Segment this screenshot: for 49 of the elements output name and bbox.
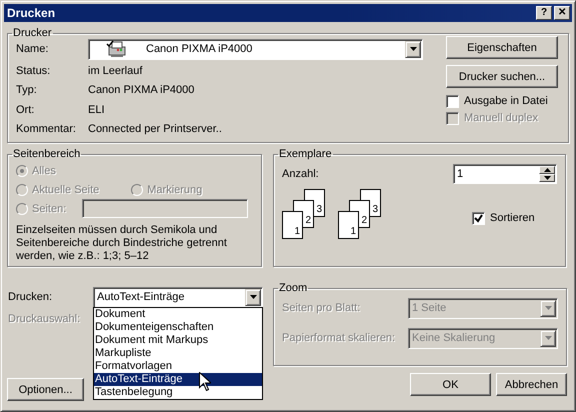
field-value: Connected per Printserver.. — [88, 122, 222, 134]
field-value: im Leerlauf — [88, 64, 142, 76]
checkbox-label: Ausgabe in Datei — [446, 94, 548, 108]
spin-up-icon[interactable] — [539, 166, 555, 174]
collate-pages-drawing: 3 2 1 — [338, 189, 381, 239]
field-label: Seiten pro Blatt: — [282, 302, 360, 314]
dropdown-option[interactable]: Markupliste — [94, 346, 262, 360]
field-label: Status: — [16, 64, 52, 76]
checkbox-label: Manuell duplex — [446, 111, 548, 125]
field-label: Kommentar: — [16, 122, 77, 134]
dropdown-option[interactable]: Dokument — [94, 308, 262, 320]
dropdown-option[interactable]: Dokument mit Markups — [94, 334, 262, 346]
printer-icon — [106, 40, 128, 58]
printer-dropdown[interactable]: Canon PIXMA iP4000 — [88, 38, 423, 60]
options-button[interactable]: Optionen... — [7, 378, 84, 401]
group-title: Seitenbereich — [12, 148, 82, 160]
close-button[interactable]: ✕ — [554, 6, 570, 20]
properties-button[interactable]: Eigenschaften — [446, 36, 558, 59]
dropdown-option[interactable]: Tastenbelegung — [94, 386, 262, 398]
group-title: Zoom — [278, 282, 308, 294]
field-label: Druckauswahl: — [7, 313, 82, 325]
hint-text: Einzelseiten müssen durch Semikola und Seitenbereiche durch Bindestriche getrennt werden, wie z.B.: 1;3; 5–12 — [16, 224, 228, 263]
field-value: Canon PIXMA iP4000 — [88, 84, 194, 96]
window-title: Drucken — [7, 6, 56, 20]
field-label: Name: — [16, 43, 50, 55]
ok-button[interactable]: OK — [410, 373, 491, 396]
field-label: Anzahl: — [282, 168, 319, 180]
field-label: Typ: — [16, 84, 38, 96]
cancel-button[interactable]: Abbrechen — [496, 373, 567, 396]
field-label: Papierformat skalieren: — [282, 332, 396, 344]
dropdown-option[interactable]: AutoText-Einträge — [94, 372, 262, 386]
field-value: ELI — [88, 104, 105, 116]
checkbox-label: Sortieren — [472, 211, 535, 225]
spin-down-icon[interactable] — [539, 174, 555, 182]
find-printer-button[interactable]: Drucker suchen... — [446, 65, 558, 88]
pages-input-field[interactable] — [82, 199, 248, 218]
field-label: Drucken: — [7, 291, 54, 303]
checkbox[interactable] — [446, 94, 459, 108]
group-title: Drucker — [12, 27, 53, 39]
copies-spin-field[interactable]: 1 — [453, 164, 557, 184]
print-what-dropdown[interactable]: AutoText-Einträge — [93, 286, 263, 308]
collate-pages-drawing: 3 2 1 — [282, 189, 325, 239]
checkbox[interactable] — [472, 212, 485, 224]
field-label: Ort: — [16, 104, 36, 116]
group-title: Exemplare — [278, 148, 333, 160]
dropdown-option[interactable]: Dokumenteigenschaften — [94, 320, 262, 334]
mouse-cursor-icon — [199, 372, 211, 390]
dropdown-option[interactable]: Formatvorlagen — [94, 360, 262, 372]
help-button[interactable]: ? — [536, 6, 552, 20]
